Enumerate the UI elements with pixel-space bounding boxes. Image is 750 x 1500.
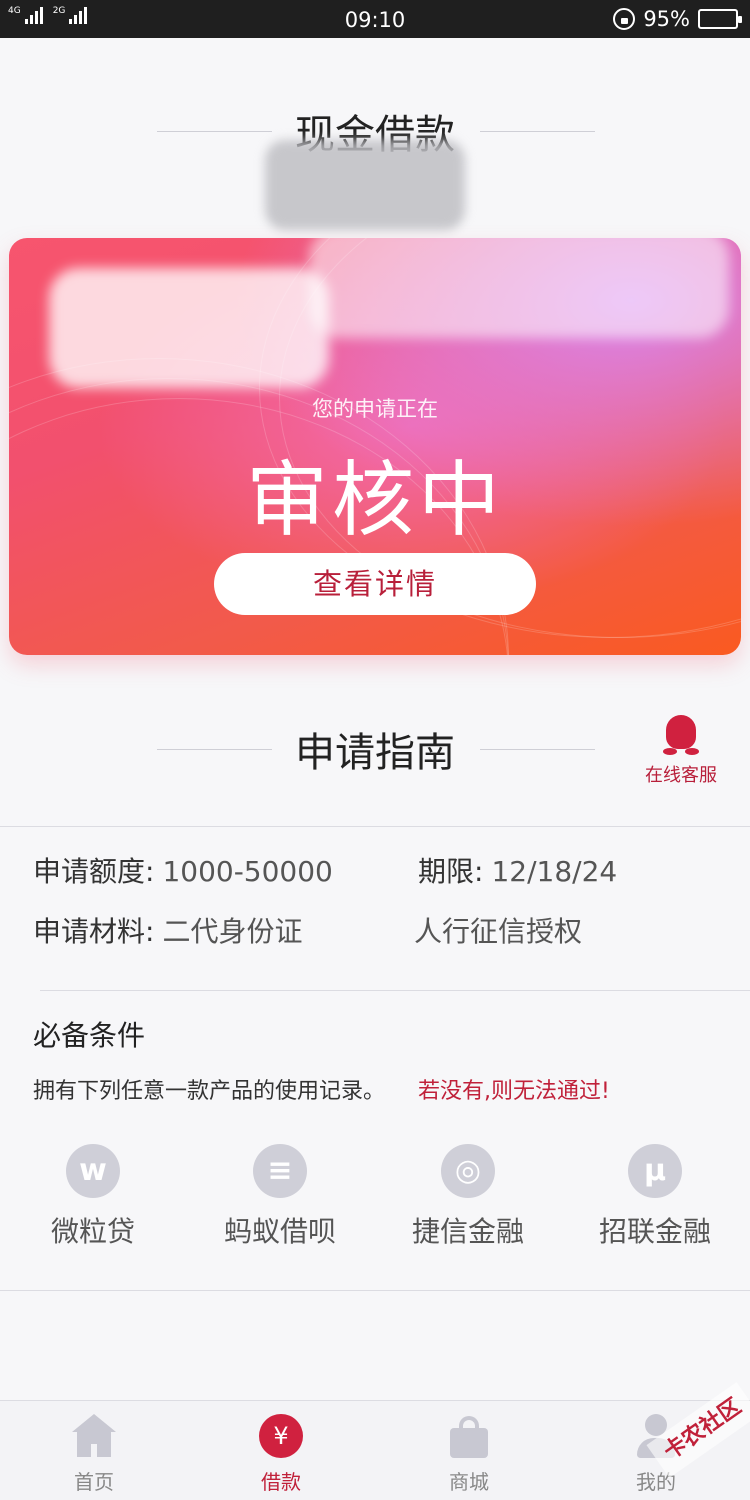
status-text: 审核中 [245, 453, 504, 548]
tab-loan[interactable]: ¥ 借款 [216, 1401, 346, 1495]
weilidai-icon: w [66, 1144, 120, 1198]
amount-value: 1000-50000 [162, 855, 333, 888]
online-service-button[interactable]: 在线客服 [640, 715, 722, 787]
tab-mall[interactable]: 商城 [404, 1401, 534, 1495]
tab-label: 首页 [74, 1470, 114, 1494]
jiexin-icon: ◎ [441, 1144, 495, 1198]
redaction-smudge-left [49, 268, 329, 388]
product-weilidai: w 微粒贷 [8, 1144, 178, 1250]
view-details-button[interactable]: 查看详情 [214, 553, 536, 615]
term-label: 期限: [418, 855, 484, 888]
material-credit-row: 人行征信授权 [414, 910, 582, 950]
divider [0, 826, 750, 827]
redaction-smudge [265, 140, 465, 230]
title-line-left [157, 131, 272, 132]
online-service-label: 在线客服 [645, 765, 717, 786]
guide-title-wrap: 申请指南 [0, 720, 750, 778]
guide-line-left [157, 749, 272, 750]
product-zhaolian: μ 招联金融 [570, 1144, 740, 1250]
product-name: 捷信金融 [411, 1215, 524, 1248]
term-row: 期限: 12/18/24 [418, 850, 617, 890]
guide-line-right [480, 749, 595, 750]
battery-percent: 95% [643, 7, 690, 31]
bottom-tab-bar: 首页 ¥ 借款 商城 我的 [0, 1400, 750, 1500]
tab-home[interactable]: 首页 [29, 1401, 159, 1495]
product-name: 招联金融 [598, 1215, 711, 1248]
divider [40, 990, 750, 991]
tab-label: 商城 [449, 1470, 489, 1494]
amount-label: 申请额度: [33, 855, 155, 888]
shopping-bag-icon [446, 1414, 492, 1460]
divider [0, 1290, 750, 1291]
product-ant-jiebei: ≡ 蚂蚁借呗 [195, 1144, 365, 1250]
rotation-lock-icon [613, 8, 636, 30]
product-name: 蚂蚁借呗 [223, 1215, 336, 1248]
qq-penguin-icon [663, 715, 699, 755]
home-icon [71, 1414, 117, 1460]
requirements-warning: 若没有,则无法通过! [418, 1079, 610, 1104]
product-name: 微粒贷 [50, 1215, 135, 1248]
application-status-card: 您的申请正在 审核中 查看详情 [9, 238, 741, 655]
amount-row: 申请额度: 1000-50000 [33, 850, 333, 890]
requirements-description: 拥有下列任意一款产品的使用记录。 [33, 1079, 386, 1104]
product-jiexin: ◎ 捷信金融 [383, 1144, 553, 1250]
yen-icon: ¥ [258, 1414, 304, 1460]
material-credit-authorization: 人行征信授权 [414, 915, 583, 948]
status-bar: 4G 2G 09:10 95% [0, 0, 750, 38]
materials-label: 申请材料: [33, 915, 155, 948]
tab-label: 我的 [636, 1470, 676, 1494]
title-line-right [480, 131, 595, 132]
requirements-title: 必备条件 [33, 1019, 146, 1052]
zhaolian-icon: μ [628, 1144, 682, 1198]
tab-label: 借款 [261, 1470, 301, 1494]
ant-jiebei-icon: ≡ [253, 1144, 307, 1198]
materials-row: 申请材料: 二代身份证 [33, 910, 302, 950]
status-subtitle: 您的申请正在 [312, 397, 438, 421]
material-id-card: 二代身份证 [162, 915, 303, 948]
battery-icon [698, 9, 742, 29]
term-value: 12/18/24 [491, 855, 618, 888]
guide-title: 申请指南 [295, 730, 455, 776]
redaction-smudge-right [309, 238, 729, 338]
